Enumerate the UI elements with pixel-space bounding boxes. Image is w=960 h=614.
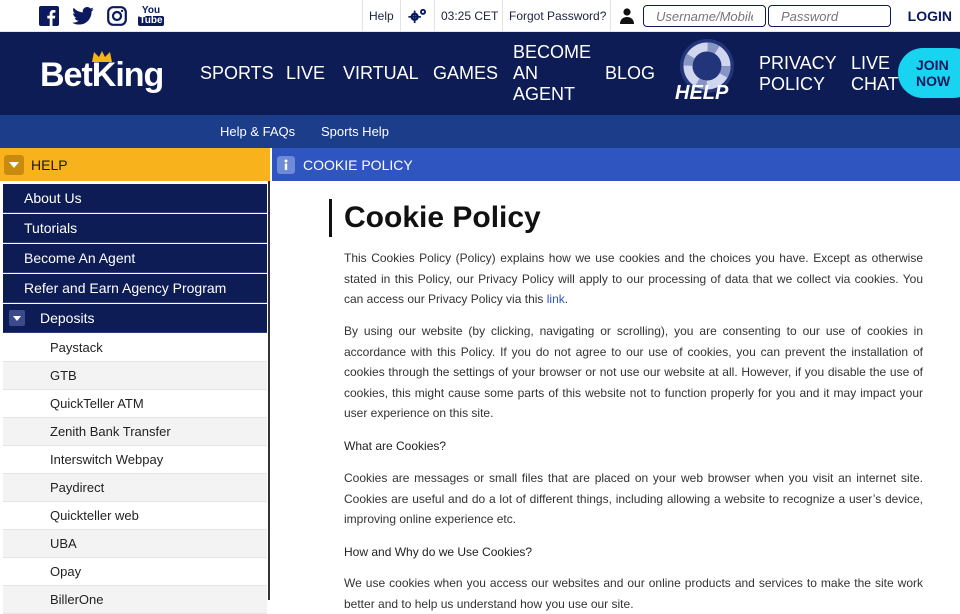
chevron-down-icon <box>9 310 25 326</box>
nav-privacy-line-1: PRIVACY <box>759 52 837 73</box>
paragraph-consent: By using our website (by clicking, navig… <box>344 324 923 420</box>
deposit-gtb[interactable]: GTB <box>3 362 267 390</box>
user-icon <box>610 0 642 32</box>
nav-live-chat[interactable]: LIVE CHAT <box>851 32 899 115</box>
deposit-opay[interactable]: Opay <box>3 558 267 586</box>
paragraph-intro: This Cookies Policy (Policy) explains ho… <box>344 248 923 310</box>
settings-gear-icon[interactable] <box>400 0 434 32</box>
social-links: You Tube <box>38 5 164 27</box>
nav-live[interactable]: LIVE <box>286 32 325 115</box>
logo-text: BetKing <box>40 56 164 94</box>
nav-agent-line-1: BECOME <box>513 42 592 62</box>
password-input[interactable] <box>768 5 891 27</box>
nav-chat-line-2: CHAT <box>851 73 899 94</box>
deposit-paydirect[interactable]: Paydirect <box>3 474 267 502</box>
sidebar-header[interactable]: HELP <box>0 148 270 181</box>
subnav-help-faqs[interactable]: Help & FAQs <box>220 115 295 148</box>
nav-become-agent[interactable]: BECOME AN AGENT <box>513 32 591 115</box>
info-icon <box>277 155 295 174</box>
main-nav: BetKing SPORTS LIVE VIRTUAL GAMES BECOME… <box>0 32 960 115</box>
join-now-button[interactable]: JOIN NOW <box>898 48 960 98</box>
sidebar-item-tutorials[interactable]: Tutorials <box>3 214 267 243</box>
deposit-quickteller-atm[interactable]: QuickTeller ATM <box>3 390 267 418</box>
help-link[interactable]: Help <box>362 0 400 32</box>
server-time: 03:25 CET <box>434 0 504 32</box>
sidebar-item-refer-earn[interactable]: Refer and Earn Agency Program <box>3 274 267 303</box>
youtube-icon[interactable]: You Tube <box>138 5 164 27</box>
nav-privacy-policy[interactable]: PRIVACY POLICY <box>759 32 837 115</box>
nav-agent-line-2: AN <box>513 63 539 83</box>
instagram-icon[interactable] <box>106 5 128 27</box>
username-input[interactable] <box>643 5 766 27</box>
deposit-interswitch-webpay[interactable]: Interswitch Webpay <box>3 446 267 474</box>
join-line-1: JOIN <box>916 57 949 73</box>
deposit-billerone[interactable]: BillerOne <box>3 586 267 614</box>
page-title: Cookie Policy <box>329 199 541 237</box>
youtube-icon-bottom: Tube <box>138 15 164 26</box>
top-bar: You Tube Help 03:25 CET Forgot Password?… <box>0 0 960 32</box>
help-sidebar: HELP About Us Tutorials Become An Agent … <box>0 148 270 614</box>
sidebar-item-about-us[interactable]: About Us <box>3 184 267 213</box>
privacy-policy-link[interactable]: link <box>547 292 565 306</box>
twitter-icon[interactable] <box>72 5 94 27</box>
content-section-title: COOKIE POLICY <box>303 156 413 173</box>
paragraph-what-are-cookies: Cookies are messages or small files that… <box>344 471 923 526</box>
deposit-zenith-bank[interactable]: Zenith Bank Transfer <box>3 418 267 446</box>
forgot-password-link[interactable]: Forgot Password? <box>502 0 612 32</box>
deposit-uba[interactable]: UBA <box>3 530 267 558</box>
login-button[interactable]: LOGIN <box>908 0 952 32</box>
nav-sports[interactable]: SPORTS <box>200 32 274 115</box>
paragraph-intro-text: This Cookies Policy (Policy) explains ho… <box>344 251 923 306</box>
help-badge[interactable]: HELP <box>670 36 742 110</box>
chevron-down-icon <box>4 154 24 175</box>
sidebar-item-deposits[interactable]: Deposits <box>3 304 267 333</box>
nav-blog[interactable]: BLOG <box>605 32 655 115</box>
sub-nav: Help & FAQs Sports Help <box>0 115 960 148</box>
heading-what-are-cookies: What are Cookies? <box>344 439 447 453</box>
nav-chat-line-1: LIVE <box>851 52 891 73</box>
nav-privacy-line-2: POLICY <box>759 73 826 94</box>
paragraph-intro-end: . <box>564 292 569 306</box>
deposit-paystack[interactable]: Paystack <box>3 334 267 362</box>
heading-how-why-cookies: How and Why do we Use Cookies? <box>344 545 533 559</box>
nav-virtual[interactable]: VIRTUAL <box>343 32 419 115</box>
subnav-sports-help[interactable]: Sports Help <box>321 115 389 148</box>
sidebar-item-become-agent[interactable]: Become An Agent <box>3 244 267 273</box>
nav-games[interactable]: GAMES <box>433 32 498 115</box>
content-header: COOKIE POLICY <box>272 148 960 181</box>
deposit-quickteller-web[interactable]: Quickteller web <box>3 502 267 530</box>
join-line-2: NOW <box>916 73 951 89</box>
sidebar-item-deposits-label: Deposits <box>40 310 95 326</box>
facebook-icon[interactable] <box>38 5 60 27</box>
paragraph-how-we-use: We use cookies when you access our websi… <box>344 576 923 611</box>
sidebar-header-label: HELP <box>31 156 68 173</box>
nav-agent-line-3: AGENT <box>513 84 576 104</box>
help-badge-label: HELP <box>675 82 729 104</box>
